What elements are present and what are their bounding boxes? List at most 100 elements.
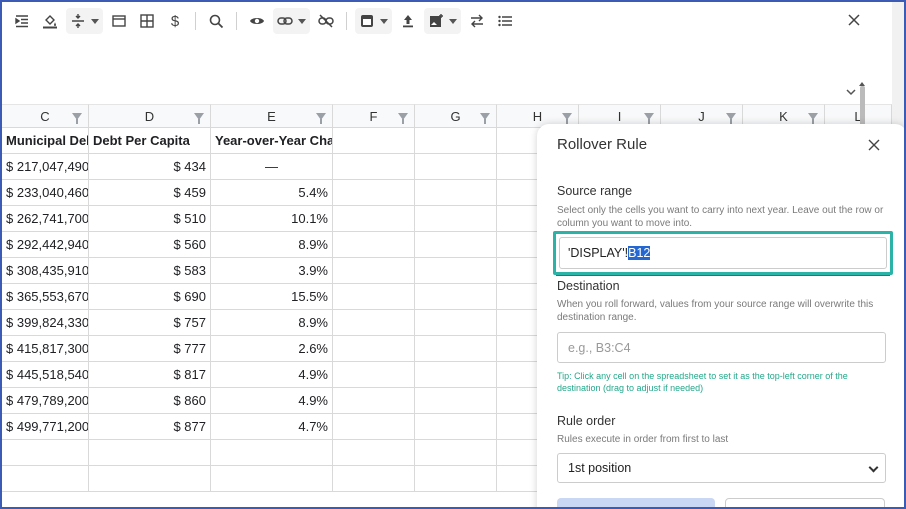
grid-cell[interactable]: 15.5% bbox=[211, 284, 333, 310]
grid-cell[interactable]: 4.7% bbox=[211, 414, 333, 440]
grid-cell[interactable]: 4.9% bbox=[211, 388, 333, 414]
grid-cell[interactable]: 4.9% bbox=[211, 362, 333, 388]
grid-cell[interactable]: 5.4% bbox=[211, 180, 333, 206]
column-header-c[interactable]: C bbox=[2, 104, 89, 128]
grid-cell[interactable] bbox=[333, 310, 415, 336]
rule-order-select[interactable]: 1st position bbox=[557, 453, 886, 483]
grid-cell[interactable]: 8.9% bbox=[211, 232, 333, 258]
scrollbar-thumb[interactable] bbox=[860, 86, 865, 126]
currency-icon[interactable]: $ bbox=[163, 8, 187, 34]
grid-cell[interactable]: $ 217,047,490 bbox=[2, 154, 89, 180]
grid-cell[interactable] bbox=[415, 466, 497, 492]
grid-cell[interactable]: $ 690 bbox=[89, 284, 211, 310]
filter-icon[interactable] bbox=[644, 113, 654, 124]
grid-cell[interactable]: $ 308,435,910 bbox=[2, 258, 89, 284]
grid-cell[interactable] bbox=[333, 336, 415, 362]
grid-cell[interactable]: $ 365,553,670 bbox=[2, 284, 89, 310]
align-vertical-button[interactable] bbox=[66, 8, 103, 34]
grid-cell[interactable] bbox=[333, 440, 415, 466]
destination-input[interactable]: e.g., B3:C4 bbox=[557, 332, 886, 363]
grid-cell[interactable] bbox=[333, 414, 415, 440]
column-header-d[interactable]: D bbox=[89, 104, 211, 128]
secondary-button[interactable] bbox=[725, 498, 885, 507]
grid-cell[interactable] bbox=[333, 180, 415, 206]
filter-icon[interactable] bbox=[562, 113, 572, 124]
grid-cell[interactable] bbox=[415, 284, 497, 310]
grid-cell[interactable]: $ 415,817,300 bbox=[2, 336, 89, 362]
grid-cell[interactable]: $ 292,442,940 bbox=[2, 232, 89, 258]
unlink-icon[interactable] bbox=[314, 8, 338, 34]
search-icon[interactable] bbox=[204, 8, 228, 34]
grid-cell[interactable]: $ 860 bbox=[89, 388, 211, 414]
grid-cell[interactable]: $ 510 bbox=[89, 206, 211, 232]
grid-cell[interactable] bbox=[415, 180, 497, 206]
grid-cell[interactable] bbox=[415, 258, 497, 284]
grid-cell[interactable]: $ 233,040,460 bbox=[2, 180, 89, 206]
link-button[interactable] bbox=[273, 8, 310, 34]
close-icon[interactable] bbox=[846, 12, 862, 28]
grid-cell[interactable] bbox=[415, 440, 497, 466]
insert-button[interactable] bbox=[355, 8, 392, 34]
grid-cell[interactable] bbox=[415, 414, 497, 440]
column-header-f[interactable]: F bbox=[333, 104, 415, 128]
grid-cell[interactable] bbox=[333, 362, 415, 388]
borders-icon[interactable] bbox=[107, 8, 131, 34]
grid-cell[interactable]: $ 399,824,330 bbox=[2, 310, 89, 336]
grid-cell[interactable] bbox=[415, 388, 497, 414]
header-cell[interactable]: Debt Per Capita bbox=[89, 128, 211, 154]
grid-cell[interactable] bbox=[415, 128, 497, 154]
table-icon[interactable] bbox=[135, 8, 159, 34]
grid-cell[interactable]: $ 817 bbox=[89, 362, 211, 388]
fill-color-icon[interactable] bbox=[38, 8, 62, 34]
indent-icon[interactable] bbox=[10, 8, 34, 34]
grid-cell[interactable]: 10.1% bbox=[211, 206, 333, 232]
filter-icon[interactable] bbox=[398, 113, 408, 124]
source-range-input[interactable]: 'DISPLAY'! B12 bbox=[559, 237, 887, 269]
eye-icon[interactable] bbox=[245, 8, 269, 34]
grid-cell[interactable]: $ 459 bbox=[89, 180, 211, 206]
grid-cell[interactable] bbox=[415, 336, 497, 362]
grid-cell[interactable] bbox=[333, 284, 415, 310]
filter-icon[interactable] bbox=[480, 113, 490, 124]
image-button[interactable] bbox=[424, 8, 461, 34]
grid-cell[interactable]: $ 434 bbox=[89, 154, 211, 180]
grid-cell[interactable] bbox=[333, 466, 415, 492]
grid-cell[interactable] bbox=[2, 466, 89, 492]
list-icon[interactable] bbox=[493, 8, 517, 34]
grid-cell[interactable]: $ 445,518,540 bbox=[2, 362, 89, 388]
grid-cell[interactable]: $ 777 bbox=[89, 336, 211, 362]
swap-icon[interactable] bbox=[465, 8, 489, 34]
grid-cell[interactable] bbox=[333, 388, 415, 414]
grid-cell[interactable]: $ 499,771,200 bbox=[2, 414, 89, 440]
header-cell[interactable]: Municipal Debt ( bbox=[2, 128, 89, 154]
grid-cell[interactable] bbox=[415, 154, 497, 180]
grid-cell[interactable]: $ 479,789,200 bbox=[2, 388, 89, 414]
grid-cell[interactable]: 2.6% bbox=[211, 336, 333, 362]
grid-cell[interactable] bbox=[333, 258, 415, 284]
grid-cell[interactable]: $ 583 bbox=[89, 258, 211, 284]
column-header-g[interactable]: G bbox=[415, 104, 497, 128]
grid-cell[interactable]: 8.9% bbox=[211, 310, 333, 336]
column-header-e[interactable]: E bbox=[211, 104, 333, 128]
grid-cell[interactable] bbox=[333, 128, 415, 154]
grid-cell[interactable] bbox=[333, 206, 415, 232]
grid-cell[interactable] bbox=[2, 440, 89, 466]
upload-icon[interactable] bbox=[396, 8, 420, 34]
filter-icon[interactable] bbox=[72, 113, 82, 124]
grid-cell[interactable]: $ 757 bbox=[89, 310, 211, 336]
grid-cell[interactable] bbox=[89, 440, 211, 466]
header-cell[interactable]: Year-over-Year Chang bbox=[211, 128, 333, 154]
grid-cell[interactable] bbox=[211, 466, 333, 492]
grid-cell[interactable] bbox=[415, 362, 497, 388]
grid-cell[interactable]: — bbox=[211, 154, 333, 180]
grid-cell[interactable] bbox=[211, 440, 333, 466]
filter-icon[interactable] bbox=[316, 113, 326, 124]
grid-cell[interactable] bbox=[333, 232, 415, 258]
grid-cell[interactable]: $ 877 bbox=[89, 414, 211, 440]
grid-cell[interactable]: $ 262,741,700 bbox=[2, 206, 89, 232]
grid-cell[interactable] bbox=[415, 310, 497, 336]
close-icon[interactable] bbox=[867, 138, 881, 152]
grid-cell[interactable]: $ 560 bbox=[89, 232, 211, 258]
filter-icon[interactable] bbox=[194, 113, 204, 124]
grid-cell[interactable] bbox=[415, 206, 497, 232]
